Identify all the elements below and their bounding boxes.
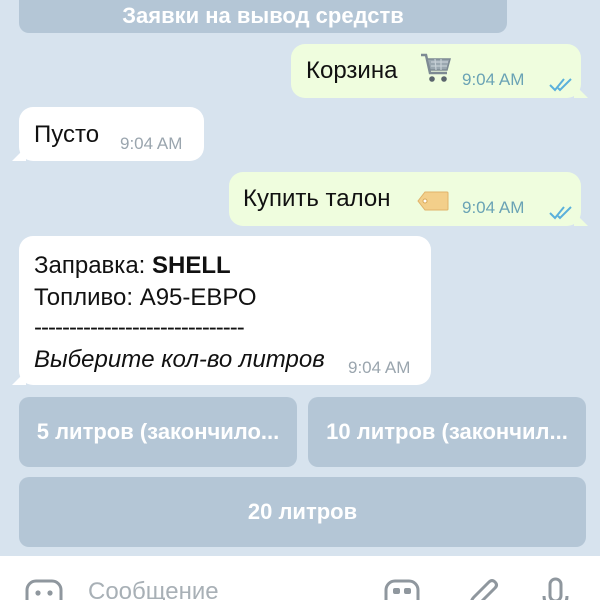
station-label: Заправка: xyxy=(34,252,152,279)
keyboard-button-label: 5 литров (закончило... xyxy=(36,419,280,444)
keyboard-button-label: Заявки на вывод средств xyxy=(122,2,404,28)
message-time: 9:04 AM xyxy=(462,70,525,89)
double-check-icon xyxy=(548,71,576,99)
station-value: SHELL xyxy=(152,252,231,279)
message-text: Купить талон xyxy=(243,185,391,212)
keyboard-button-withdraw-requests[interactable]: Заявки на вывод средств xyxy=(19,0,507,33)
double-check-icon xyxy=(548,199,576,227)
keyboard-button-20-liters[interactable]: 20 литров xyxy=(19,477,586,547)
message-incoming-order: Заправка: SHELL Топливо: А95-ЕВРО ------… xyxy=(19,236,431,385)
paperclip-icon[interactable] xyxy=(465,576,505,600)
message-outgoing: Корзина 9:04 AM xyxy=(291,44,581,98)
keyboard-button-5-liters[interactable]: 5 литров (закончило... xyxy=(19,397,297,467)
message-input-bar: Сообщение xyxy=(0,556,600,600)
keyboard-button-10-liters[interactable]: 10 литров (закончил... xyxy=(308,397,586,467)
message-text: Корзина xyxy=(306,57,398,84)
message-time: 9:04 AM xyxy=(348,358,411,377)
sticker-icon[interactable] xyxy=(382,576,422,600)
message-time: 9:04 AM xyxy=(120,134,183,153)
label-tag-emoji-icon xyxy=(417,190,449,218)
message-outgoing: Купить талон 9:04 AM xyxy=(229,172,581,226)
keyboard-button-label: 10 литров (закончил... xyxy=(326,419,568,444)
separator-line: ------------------------------ xyxy=(34,314,245,341)
message-text: Пусто xyxy=(34,121,100,148)
message-time: 9:04 AM xyxy=(462,198,525,217)
emoji-icon[interactable] xyxy=(24,576,64,600)
station-line: Заправка: SHELL xyxy=(34,252,231,280)
keyboard-button-label: 20 литров xyxy=(247,499,358,524)
message-incoming: Пусто 9:04 AM xyxy=(19,107,204,161)
fuel-line: Топливо: А95-ЕВРО xyxy=(34,284,257,311)
cart-emoji-icon xyxy=(419,51,453,94)
prompt-line: Выберите кол-во литров xyxy=(34,346,325,373)
microphone-icon[interactable] xyxy=(538,576,574,600)
message-input[interactable]: Сообщение xyxy=(88,578,219,600)
